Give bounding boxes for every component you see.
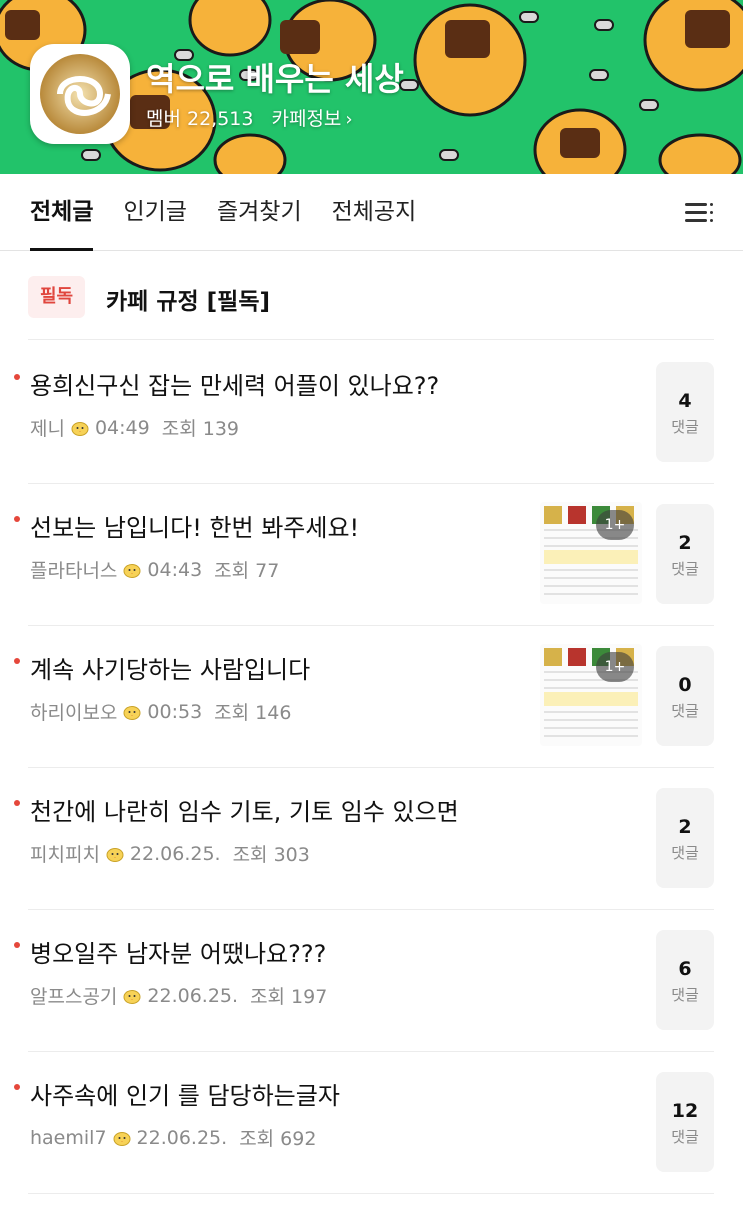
member-level-icon: [123, 989, 141, 1004]
post-time: 04:49: [94, 416, 150, 439]
new-dot-icon: [14, 658, 20, 664]
member-level-icon: [106, 847, 124, 862]
new-dot-icon: [14, 1084, 20, 1090]
member-level-icon: [71, 421, 89, 436]
post-time: 22.06.25.: [147, 984, 239, 1007]
member-level-icon: [113, 1131, 131, 1146]
post-views: 조회 146: [214, 702, 292, 724]
post-title: 천간에 나란히 임수 기토, 기토 임수 있으면: [30, 798, 459, 826]
menu-icon[interactable]: [685, 201, 713, 225]
post-author: 하리이보오: [30, 702, 118, 724]
post-meta: 플라타너스 04:43 조회 77: [30, 556, 279, 583]
cafe-info-label: 카페정보: [271, 108, 342, 130]
post-row[interactable]: 병오일주 남자분 어땠나요??? 알프스공기 22.06.25. 조회 197 6 댓글: [14, 910, 714, 1052]
post-meta: 알프스공기 22.06.25. 조회 197: [30, 982, 327, 1009]
new-dot-icon: [14, 800, 20, 806]
new-dot-icon: [14, 516, 20, 522]
post-thumbnail[interactable]: 1+: [540, 644, 642, 746]
tab-all-notices[interactable]: 전체공지: [332, 174, 417, 251]
notice-title: 카페 규정 [필독]: [106, 289, 270, 315]
post-row[interactable]: 사주속에 인기 를 담당하는글자 haemil7 22.06.25. 조회 692 12…: [14, 1052, 714, 1194]
cafe-logo-icon: [40, 54, 120, 134]
post-meta: 하리이보오 00:53 조회 146: [30, 698, 291, 725]
comment-count: 4: [678, 390, 692, 412]
cafe-header-banner: 역으로 배우는 세상 멤버 22,513 카페정보 ›: [0, 0, 743, 174]
post-author: 플라타너스: [30, 560, 118, 582]
new-dot-icon: [14, 374, 20, 380]
comment-count-box[interactable]: 4 댓글: [656, 362, 714, 462]
member-count: 멤버 22,513: [146, 108, 254, 130]
post-views: 조회 692: [239, 1128, 317, 1150]
post-row[interactable]: 천간에 나란히 임수 기토, 기토 임수 있으면피치피치 22.06.25. 조회 …: [14, 768, 714, 910]
more-images-badge: 1+: [596, 652, 634, 682]
notice-row[interactable]: 필독 카페 규정 [필독]: [28, 276, 714, 340]
post-title: 사주속에 인기 를 담당하는글자: [30, 1082, 340, 1110]
comment-count: 6: [678, 958, 692, 980]
post-author: 알프스공기: [30, 986, 118, 1008]
comment-count: 12: [671, 1100, 699, 1122]
comment-count-box[interactable]: 12 댓글: [656, 1072, 714, 1172]
cafe-meta: 멤버 22,513 카페정보 ›: [146, 104, 353, 131]
post-meta: 피치피치 22.06.25. 조회 303: [30, 840, 310, 867]
tab-popular[interactable]: 인기글: [123, 174, 186, 251]
comment-label: 댓글: [671, 702, 699, 720]
post-row[interactable]: 선보는 남입니다! 한번 봐주세요! 플라타너스 04:43 조회 77 1+ 2 댓글: [14, 484, 714, 626]
post-time: 22.06.25.: [129, 842, 221, 865]
post-title: 용희신구신 잡는 만세력 어플이 있나요??: [30, 372, 440, 400]
cafe-title: 역으로 배우는 세상: [146, 60, 404, 98]
post-title: 선보는 남입니다! 한번 봐주세요!: [30, 514, 360, 542]
comment-count-box[interactable]: 2 댓글: [656, 504, 714, 604]
must-read-badge: 필독: [28, 276, 86, 318]
cafe-info-link[interactable]: 카페정보 ›: [271, 104, 352, 131]
comment-count: 2: [678, 816, 692, 838]
post-views: 조회 303: [232, 844, 310, 866]
comment-count: 2: [678, 532, 692, 554]
post-views: 조회 139: [161, 418, 239, 440]
tab-favorites[interactable]: 즐겨찾기: [217, 174, 302, 251]
comment-label: 댓글: [671, 1128, 699, 1146]
comment-count-box[interactable]: 6 댓글: [656, 930, 714, 1030]
post-author: 제니: [30, 418, 65, 440]
post-meta: haemil7 22.06.25. 조회 692: [30, 1124, 316, 1151]
comment-count: 0: [678, 674, 692, 696]
comment-count-box[interactable]: 0 댓글: [656, 646, 714, 746]
post-views: 조회 197: [250, 986, 328, 1008]
post-time: 00:53: [147, 700, 203, 723]
member-level-icon: [123, 563, 141, 578]
comment-count-box[interactable]: 2 댓글: [656, 788, 714, 888]
more-images-badge: 1+: [596, 510, 634, 540]
member-level-icon: [123, 705, 141, 720]
tab-all-posts[interactable]: 전체글: [30, 174, 94, 251]
post-meta: 제니 04:49 조회 139: [30, 414, 239, 441]
board-tabs: 전체글 인기글 즐겨찾기 전체공지: [0, 174, 743, 251]
comment-label: 댓글: [671, 986, 699, 1004]
new-dot-icon: [14, 942, 20, 948]
post-title: 계속 사기당하는 사람입니다: [30, 656, 311, 684]
post-author: 피치피치: [30, 844, 100, 866]
comment-label: 댓글: [671, 418, 699, 436]
comment-label: 댓글: [671, 560, 699, 578]
post-views: 조회 77: [214, 560, 280, 582]
post-title: 병오일주 남자분 어땠나요???: [30, 940, 327, 968]
post-time: 04:43: [147, 558, 203, 581]
cafe-logo[interactable]: [30, 44, 130, 144]
post-author: haemil7: [30, 1126, 107, 1149]
post-row[interactable]: 계속 사기당하는 사람입니다하리이보오 00:53 조회 146 1+ 0 댓글: [14, 626, 714, 768]
post-time: 22.06.25.: [136, 1126, 228, 1149]
comment-label: 댓글: [671, 844, 699, 862]
post-thumbnail[interactable]: 1+: [540, 502, 642, 604]
chevron-right-icon: ›: [345, 109, 353, 130]
post-row[interactable]: 용희신구신 잡는 만세력 어플이 있나요?? 제니 04:49 조회 139 4 댓글: [14, 342, 714, 484]
